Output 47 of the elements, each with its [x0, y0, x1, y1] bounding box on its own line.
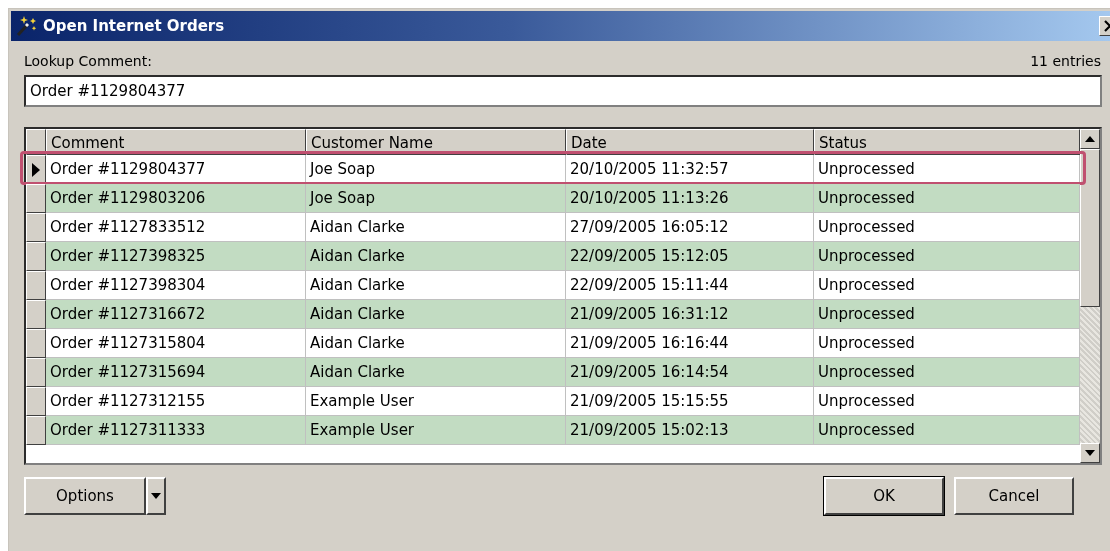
table-cell: 21/09/2005 16:14:54	[566, 358, 814, 387]
table-cell: Unprocessed	[814, 416, 1080, 445]
row-selector[interactable]	[26, 184, 46, 213]
scroll-thumb[interactable]	[1080, 149, 1100, 307]
cancel-button[interactable]: Cancel	[954, 477, 1074, 515]
entry-count: 11 entries	[1030, 53, 1101, 69]
table-cell: Unprocessed	[814, 184, 1080, 213]
caret-icon	[151, 493, 161, 499]
table-cell: Joe Soap	[306, 184, 566, 213]
scrollbar[interactable]	[1080, 129, 1100, 463]
lookup-label: Lookup Comment:	[24, 53, 152, 69]
table-cell: Order #1127316672	[46, 300, 306, 329]
options-dropdown-button[interactable]	[146, 477, 166, 515]
row-selector[interactable]	[26, 242, 46, 271]
lookup-field[interactable]: Order #1129804377	[24, 75, 1102, 107]
table-cell: 21/09/2005 16:31:12	[566, 300, 814, 329]
magic-wand-icon	[15, 15, 39, 37]
window-title: Open Internet Orders	[43, 17, 225, 35]
scroll-down-button[interactable]	[1080, 443, 1100, 463]
table-cell: Unprocessed	[814, 358, 1080, 387]
table-cell: Order #1127398325	[46, 242, 306, 271]
table-cell: Order #1127311333	[46, 416, 306, 445]
row-selector[interactable]	[26, 155, 46, 184]
table-cell: Order #1129803206	[46, 184, 306, 213]
table-cell: 21/09/2005 15:02:13	[566, 416, 814, 445]
row-pointer-icon	[32, 162, 40, 177]
scroll-up-button[interactable]	[1080, 129, 1100, 149]
row-selector[interactable]	[26, 213, 46, 242]
ok-button[interactable]: OK	[824, 477, 944, 515]
table-cell: Aidan Clarke	[306, 358, 566, 387]
options-button[interactable]: Options	[24, 477, 146, 515]
down-arrow-icon	[1084, 449, 1096, 457]
table-cell: Order #1127315694	[46, 358, 306, 387]
table-cell: Aidan Clarke	[306, 242, 566, 271]
table-cell: Example User	[306, 416, 566, 445]
table-cell: Unprocessed	[814, 300, 1080, 329]
table-cell: Aidan Clarke	[306, 300, 566, 329]
row-selector[interactable]	[26, 387, 46, 416]
row-selector[interactable]	[26, 271, 46, 300]
table-cell: Unprocessed	[814, 242, 1080, 271]
row-selector[interactable]	[26, 300, 46, 329]
table-cell: 20/10/2005 11:13:26	[566, 184, 814, 213]
row-selector[interactable]	[26, 329, 46, 358]
up-arrow-icon	[1084, 135, 1096, 143]
row-selector[interactable]	[26, 416, 46, 445]
row-selector[interactable]	[26, 358, 46, 387]
table-cell: 22/09/2005 15:12:05	[566, 242, 814, 271]
